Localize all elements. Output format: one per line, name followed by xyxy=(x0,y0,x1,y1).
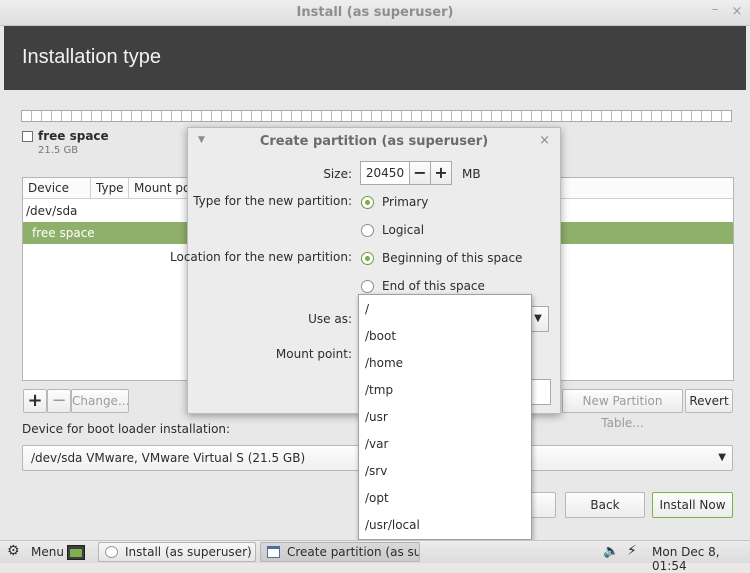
add-partition-button[interactable]: + xyxy=(23,389,47,413)
radio-logical[interactable]: Logical xyxy=(361,223,424,237)
partition-location-label: Location for the new partition: xyxy=(170,250,352,264)
size-label: Size: xyxy=(323,167,352,181)
size-decrement-button[interactable]: − xyxy=(409,161,431,185)
boot-loader-label: Device for boot loader installation: xyxy=(22,422,231,436)
size-input[interactable]: 20450 xyxy=(360,161,410,185)
radio-label: Primary xyxy=(382,195,429,209)
partition-bar xyxy=(21,110,732,122)
mount-option-root[interactable]: / xyxy=(365,299,369,319)
back-button[interactable]: Back xyxy=(565,492,645,518)
header-band: Installation type xyxy=(4,26,746,90)
boot-loader-value: /dev/sda VMware, VMware Virtual S (21.5 … xyxy=(31,451,306,465)
legend-size: 21.5 GB xyxy=(38,145,79,156)
task-label: Install (as superuser) xyxy=(125,545,252,559)
window-icon xyxy=(267,546,280,558)
installer-icon xyxy=(105,546,118,558)
dialog-titlebar[interactable]: ▼ Create partition (as superuser) × xyxy=(188,128,560,155)
size-increment-button[interactable]: + xyxy=(430,161,452,185)
mount-point-label: Mount point: xyxy=(275,347,352,361)
close-icon[interactable]: × xyxy=(539,133,550,148)
task-button-create-partition[interactable]: Create partition (as su... xyxy=(260,542,420,562)
remove-partition-button[interactable]: − xyxy=(47,389,71,413)
task-label: Create partition (as su... xyxy=(287,545,420,559)
close-icon[interactable]: × xyxy=(728,4,746,19)
change-partition-button[interactable]: Change... xyxy=(71,389,129,413)
mount-option-usr[interactable]: /usr xyxy=(365,407,388,427)
radio-indicator xyxy=(361,251,374,265)
radio-end[interactable]: End of this space xyxy=(361,279,485,293)
legend-label: free space xyxy=(38,129,109,143)
chevron-down-icon: ▼ xyxy=(534,313,542,324)
size-unit: MB xyxy=(462,167,481,181)
radio-beginning[interactable]: Beginning of this space xyxy=(361,251,522,265)
legend-swatch xyxy=(22,131,33,142)
page-title: Installation type xyxy=(22,46,161,68)
use-as-label: Use as: xyxy=(308,312,352,326)
mount-point-dropdown[interactable]: / /boot /home /tmp /usr /var /srv /opt /… xyxy=(358,294,532,540)
mount-option-home[interactable]: /home xyxy=(365,353,403,373)
mount-option-var[interactable]: /var xyxy=(365,434,388,454)
column-header-type[interactable]: Type xyxy=(91,178,129,199)
mount-option-tmp[interactable]: /tmp xyxy=(365,380,393,400)
gear-icon[interactable]: ⚙ xyxy=(7,543,20,559)
new-partition-table-button[interactable]: New Partition Table... xyxy=(562,389,683,430)
volume-icon[interactable]: 🔈 xyxy=(603,544,619,559)
mount-option-opt[interactable]: /opt xyxy=(365,488,389,508)
minimize-button[interactable]: – xyxy=(706,2,724,17)
menu-button[interactable]: Menu xyxy=(31,545,64,559)
install-now-button[interactable]: Install Now xyxy=(652,492,733,518)
mount-option-usr-local[interactable]: /usr/local xyxy=(365,515,420,535)
chevron-down-icon: ▼ xyxy=(718,452,726,463)
radio-label: Logical xyxy=(382,223,425,237)
radio-primary[interactable]: Primary xyxy=(361,195,428,209)
radio-indicator xyxy=(361,279,374,293)
taskbar: ⚙ Menu Install (as superuser) Create par… xyxy=(0,540,750,573)
clock[interactable]: Mon Dec 8, 01:54 xyxy=(652,545,750,573)
radio-label: Beginning of this space xyxy=(382,251,523,265)
radio-label: End of this space xyxy=(382,279,485,293)
mount-option-srv[interactable]: /srv xyxy=(365,461,387,481)
partition-type-label: Type for the new partition: xyxy=(193,194,352,208)
window-title: Install (as superuser) xyxy=(296,5,454,20)
mount-option-boot[interactable]: /boot xyxy=(365,326,396,346)
network-icon[interactable]: ⚡ xyxy=(627,543,637,559)
main-titlebar[interactable]: Install (as superuser) – × xyxy=(0,0,750,26)
revert-button[interactable]: Revert xyxy=(685,389,733,413)
task-button-install[interactable]: Install (as superuser) xyxy=(98,542,256,562)
dialog-title: Create partition (as superuser) xyxy=(259,134,489,149)
column-header-mount[interactable]: Mount poi xyxy=(129,178,189,199)
radio-indicator xyxy=(361,223,374,237)
radio-indicator xyxy=(361,195,374,209)
column-header-device[interactable]: Device xyxy=(23,178,91,199)
terminal-icon[interactable] xyxy=(67,545,85,560)
